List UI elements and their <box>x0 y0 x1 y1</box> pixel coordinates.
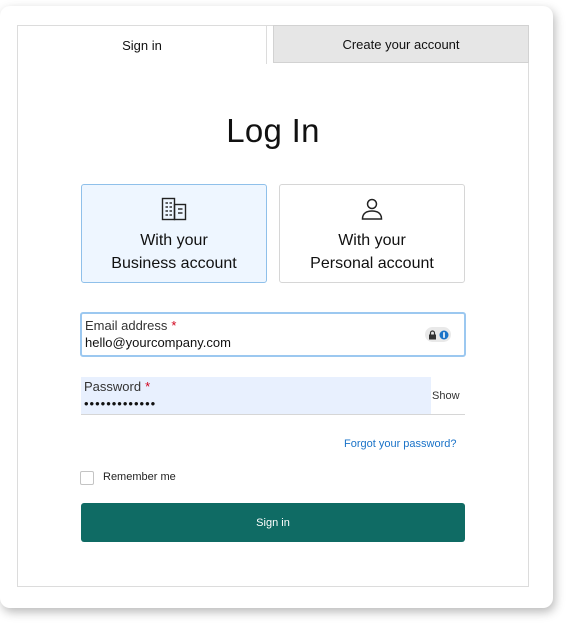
person-icon <box>358 196 386 222</box>
forgot-password-link[interactable]: Forgot your password? <box>344 438 457 450</box>
business-account-line1: With your <box>140 232 208 249</box>
email-value: hello@yourcompany.com <box>85 335 231 350</box>
personal-account-line2: Personal account <box>310 255 434 272</box>
password-field[interactable]: Password * ••••••••••••• <box>81 377 431 414</box>
password-value: ••••••••••••• <box>84 396 157 411</box>
email-required-mark: * <box>171 318 177 333</box>
tab-create-account-label: Create your account <box>342 36 460 52</box>
password-manager-icon[interactable] <box>425 327 451 342</box>
page-title: Log In <box>226 112 320 149</box>
personal-account-option[interactable]: With your Personal account <box>279 184 465 283</box>
remember-me-label[interactable]: Remember me <box>103 471 176 483</box>
email-field[interactable]: Email address * hello@yourcompany.com <box>80 312 466 357</box>
tab-create-account[interactable]: Create your account <box>273 25 529 63</box>
tab-sign-in[interactable]: Sign in <box>17 25 267 64</box>
password-label: Password * <box>84 379 151 394</box>
personal-account-line1: With your <box>338 232 406 249</box>
show-password-button[interactable]: Show <box>432 390 460 402</box>
tab-bar: Sign in Create your account <box>17 25 529 64</box>
tab-sign-in-label: Sign in <box>122 37 162 53</box>
sign-in-button[interactable]: Sign in <box>81 503 465 542</box>
remember-me-checkbox[interactable] <box>80 471 94 485</box>
building-icon <box>160 196 188 222</box>
business-account-line2: Business account <box>111 255 237 272</box>
password-required-mark: * <box>145 379 151 394</box>
business-account-option[interactable]: With your Business account <box>81 184 267 283</box>
password-underline <box>81 414 465 415</box>
email-label: Email address * <box>85 318 177 333</box>
